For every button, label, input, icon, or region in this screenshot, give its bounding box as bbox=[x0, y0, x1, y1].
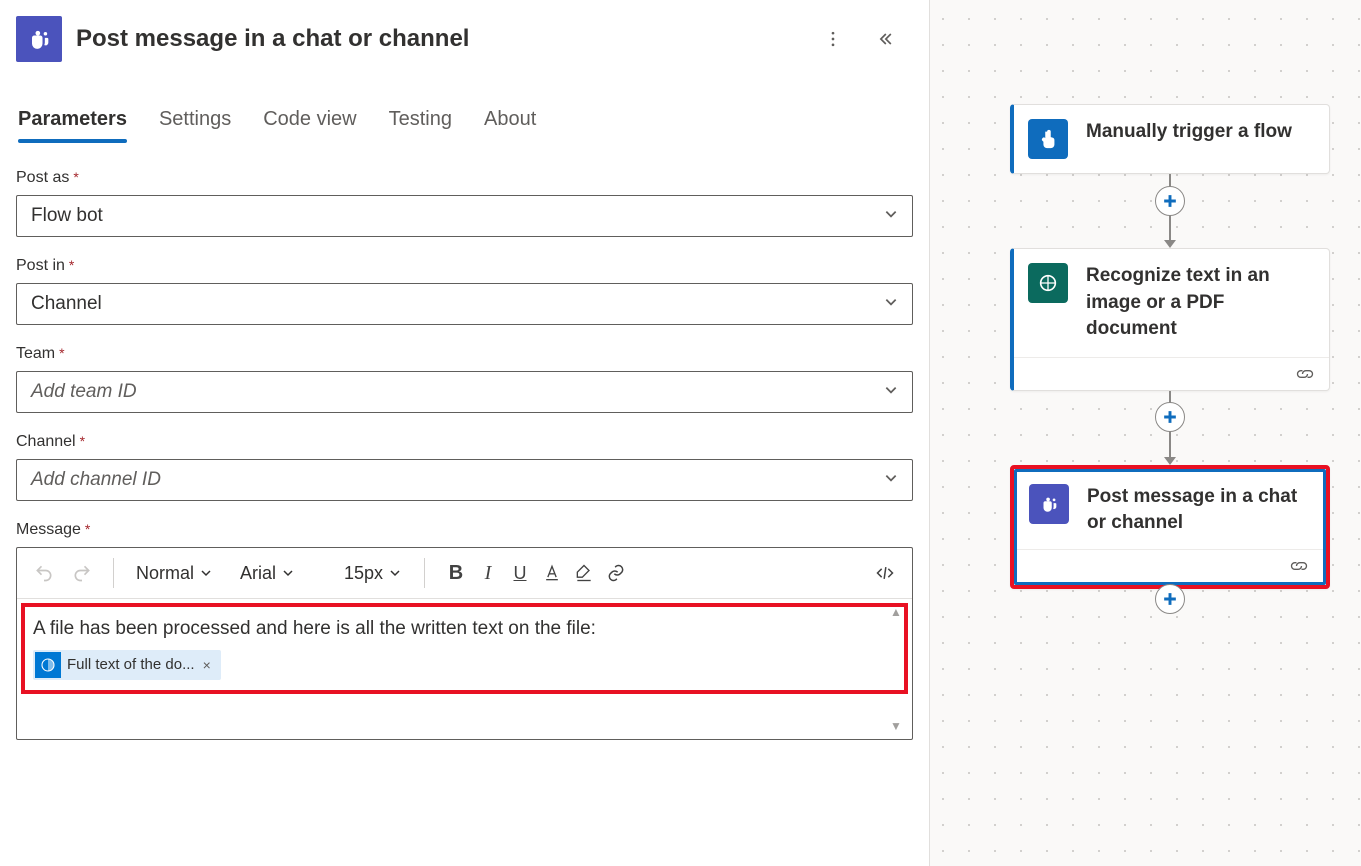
required-asterisk: * bbox=[69, 257, 74, 273]
ai-icon bbox=[1028, 263, 1068, 303]
connector bbox=[1010, 174, 1330, 248]
node-title: Post message in a chat or channel bbox=[1087, 484, 1307, 537]
required-asterisk: * bbox=[80, 433, 85, 449]
link-icon bbox=[1295, 366, 1315, 382]
chevron-down-icon bbox=[884, 469, 898, 491]
select-value: 15px bbox=[344, 563, 383, 584]
add-step-button[interactable] bbox=[1155, 402, 1185, 432]
field-message: Message * Normal Arial 15px bbox=[16, 521, 913, 740]
dropdown-placeholder: Add team ID bbox=[31, 381, 137, 403]
highlight-button[interactable] bbox=[569, 556, 599, 590]
link-icon bbox=[1289, 558, 1309, 574]
bold-button[interactable]: B bbox=[441, 556, 471, 590]
size-select[interactable]: 15px bbox=[338, 563, 408, 584]
tabs: Parameters Settings Code view Testing Ab… bbox=[16, 72, 913, 141]
label-text: Channel bbox=[16, 433, 76, 451]
code-view-toggle[interactable] bbox=[870, 556, 900, 590]
label-channel: Channel * bbox=[16, 433, 85, 451]
dropdown-placeholder: Add channel ID bbox=[31, 469, 161, 491]
redo-button[interactable] bbox=[67, 556, 97, 590]
annotation-highlight: A file has been processed and here is al… bbox=[21, 603, 908, 694]
chevron-down-icon bbox=[884, 293, 898, 315]
label-text: Post in bbox=[16, 257, 65, 275]
flow-column: Manually trigger a flow Recognize text i… bbox=[1010, 104, 1330, 629]
label-text: Message bbox=[16, 521, 81, 539]
collapse-panel-button[interactable] bbox=[869, 23, 901, 55]
underline-button[interactable]: U bbox=[505, 556, 535, 590]
font-select[interactable]: Arial bbox=[234, 563, 324, 584]
flow-node-recognize[interactable]: Recognize text in an image or a PDF docu… bbox=[1010, 248, 1330, 391]
teams-icon bbox=[1029, 484, 1069, 524]
rich-text-editor: Normal Arial 15px B I U bbox=[16, 547, 913, 740]
label-post-as: Post as * bbox=[16, 169, 79, 187]
tab-settings[interactable]: Settings bbox=[159, 102, 231, 141]
dropdown-post-as[interactable]: Flow bot bbox=[16, 195, 913, 237]
italic-button[interactable]: I bbox=[473, 556, 503, 590]
add-step-button[interactable] bbox=[1155, 584, 1185, 614]
chevron-down-icon bbox=[884, 381, 898, 403]
required-asterisk: * bbox=[59, 345, 64, 361]
panel-header: Post message in a chat or channel bbox=[16, 12, 913, 72]
header-actions bbox=[817, 23, 913, 55]
chevron-down-icon bbox=[884, 205, 898, 227]
toolbar-separator bbox=[424, 558, 425, 588]
tab-parameters[interactable]: Parameters bbox=[18, 102, 127, 141]
label-text: Post as bbox=[16, 169, 69, 187]
label-text: Team bbox=[16, 345, 55, 363]
more-options-button[interactable] bbox=[817, 23, 849, 55]
label-message: Message * bbox=[16, 521, 90, 539]
dropdown-value: Channel bbox=[31, 293, 102, 315]
node-footer bbox=[1017, 549, 1323, 582]
tab-testing[interactable]: Testing bbox=[389, 102, 452, 141]
required-asterisk: * bbox=[85, 521, 90, 537]
dropdown-value: Flow bot bbox=[31, 205, 103, 227]
field-post-as: Post as * Flow bot bbox=[16, 169, 913, 237]
node-footer bbox=[1014, 357, 1329, 390]
flow-canvas[interactable]: Manually trigger a flow Recognize text i… bbox=[930, 0, 1361, 866]
panel-title: Post message in a chat or channel bbox=[76, 25, 803, 53]
dropdown-post-in[interactable]: Channel bbox=[16, 283, 913, 325]
field-team: Team * Add team ID bbox=[16, 345, 913, 413]
flow-node-trigger[interactable]: Manually trigger a flow bbox=[1010, 104, 1330, 174]
tab-about[interactable]: About bbox=[484, 102, 536, 141]
select-value: Arial bbox=[240, 563, 276, 584]
dropdown-channel[interactable]: Add channel ID bbox=[16, 459, 913, 501]
action-config-panel: Post message in a chat or channel Parame… bbox=[0, 0, 930, 866]
scroll-indicator: ▲▼ bbox=[890, 599, 908, 739]
teams-connector-icon bbox=[16, 16, 62, 62]
flow-node-post-message[interactable]: Post message in a chat or channel bbox=[1010, 465, 1330, 589]
field-post-in: Post in * Channel bbox=[16, 257, 913, 325]
dropdown-team[interactable]: Add team ID bbox=[16, 371, 913, 413]
dynamic-content-token[interactable]: Full text of the do... × bbox=[33, 650, 221, 680]
node-title: Manually trigger a flow bbox=[1086, 119, 1292, 146]
editor-toolbar: Normal Arial 15px B I U bbox=[17, 548, 912, 599]
node-title: Recognize text in an image or a PDF docu… bbox=[1086, 263, 1311, 343]
editor-content[interactable]: A file has been processed and here is al… bbox=[17, 599, 912, 739]
style-select[interactable]: Normal bbox=[130, 563, 220, 584]
message-text: A file has been processed and here is al… bbox=[33, 615, 896, 644]
toolbar-separator bbox=[113, 558, 114, 588]
ai-builder-icon bbox=[35, 652, 61, 678]
font-color-button[interactable] bbox=[537, 556, 567, 590]
field-channel: Channel * Add channel ID bbox=[16, 433, 913, 501]
link-button[interactable] bbox=[601, 556, 631, 590]
add-step-button[interactable] bbox=[1155, 186, 1185, 216]
required-asterisk: * bbox=[73, 169, 78, 185]
touch-icon bbox=[1028, 119, 1068, 159]
token-remove-button[interactable]: × bbox=[201, 657, 213, 673]
label-team: Team * bbox=[16, 345, 65, 363]
token-label: Full text of the do... bbox=[67, 656, 195, 673]
undo-button[interactable] bbox=[29, 556, 59, 590]
tab-code-view[interactable]: Code view bbox=[263, 102, 356, 141]
connector bbox=[1010, 391, 1330, 465]
label-post-in: Post in * bbox=[16, 257, 74, 275]
select-value: Normal bbox=[136, 563, 194, 584]
